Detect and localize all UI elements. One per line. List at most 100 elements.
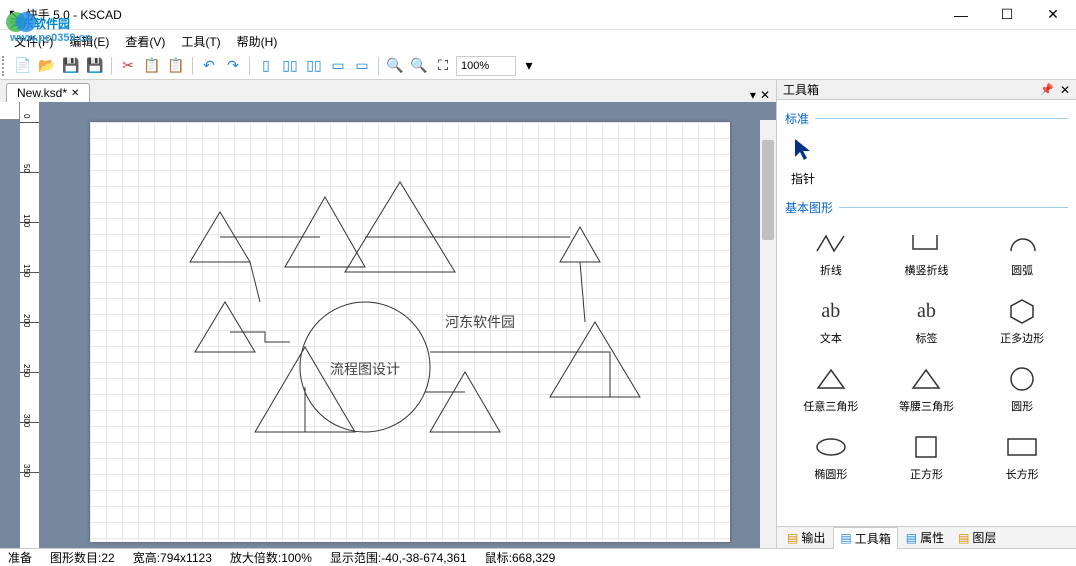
new-button[interactable]: 📄 xyxy=(12,55,34,77)
menu-tools[interactable]: 工具(T) xyxy=(173,31,228,52)
page: 河东软件园 流程图设计 xyxy=(90,122,730,542)
zoomfit-button[interactable]: ⛶ xyxy=(432,55,454,77)
window-title: 快手 5.0 - KSCAD xyxy=(26,6,938,23)
tool-pointer[interactable]: 指针 xyxy=(785,131,1068,193)
circle-icon xyxy=(1007,362,1037,396)
tool-label: 圆形 xyxy=(1011,398,1033,414)
hvline-icon xyxy=(909,226,943,260)
status-count: 图形数目:22 xyxy=(50,549,115,566)
tool-label: 文本 xyxy=(820,330,842,346)
tool-label: 标签 xyxy=(915,330,937,346)
panel-tabs: ▤输出 ▤工具箱 ▤属性 ▤图层 xyxy=(777,526,1076,548)
align2-button[interactable]: ▯▯ xyxy=(279,55,301,77)
maximize-button[interactable]: ☐ xyxy=(984,0,1030,30)
save-button[interactable]: 💾 xyxy=(60,55,82,77)
tool-label: 等腰三角形 xyxy=(899,398,954,414)
menubar: 文件(F) 编辑(E) 查看(V) 工具(T) 帮助(H) xyxy=(0,30,1076,52)
align5-button[interactable]: ▭ xyxy=(351,55,373,77)
canvas[interactable]: 河东软件园 流程图设计 xyxy=(40,102,776,548)
tool-arc[interactable]: 圆弧 xyxy=(976,220,1068,284)
tool-rect[interactable]: 长方形 xyxy=(976,424,1068,488)
tab-toolbox[interactable]: ▤工具箱 xyxy=(833,527,897,549)
pin-icon[interactable]: 📌 xyxy=(1040,83,1054,96)
paste-button[interactable]: 📋 xyxy=(165,55,187,77)
shapes-layer: 河东软件园 流程图设计 xyxy=(90,122,730,542)
tool-label: 指针 xyxy=(791,170,815,187)
toolbar: 📄 📂 💾 💾 ✂ 📋 📋 ↶ ↷ ▯ ▯▯ ▯▯ ▭ ▭ 🔍 🔍 ⛶ ▾ xyxy=(0,52,1076,80)
vertical-ruler: 050100150200250300350 xyxy=(20,102,40,548)
document-area: New.ksd* ✕ ▾ ✕ 0501001502002503003504004… xyxy=(0,80,776,548)
tool-label: 圆弧 xyxy=(1011,262,1033,278)
status-ready: 准备 xyxy=(8,549,32,566)
zoomout-button[interactable]: 🔍 xyxy=(408,55,430,77)
pointer-icon xyxy=(791,137,813,170)
toolbox-title: 工具箱 xyxy=(783,81,1040,98)
open-button[interactable]: 📂 xyxy=(36,55,58,77)
tool-ab[interactable]: ab 标签 xyxy=(881,288,973,352)
tool-square[interactable]: 正方形 xyxy=(881,424,973,488)
menu-view[interactable]: 查看(V) xyxy=(117,31,173,52)
tri-icon xyxy=(814,362,848,396)
toolbox-group-title: 基本图形 xyxy=(785,199,1068,216)
tool-hex[interactable]: 正多边形 xyxy=(976,288,1068,352)
menu-edit[interactable]: 编辑(E) xyxy=(61,31,117,52)
zoom-input[interactable] xyxy=(456,56,516,76)
tool-polyline[interactable]: 折线 xyxy=(785,220,877,284)
minimize-button[interactable]: — xyxy=(938,0,984,30)
tool-hvline[interactable]: 横竖折线 xyxy=(881,220,973,284)
tri-icon xyxy=(909,362,943,396)
ruler-corner xyxy=(0,102,20,120)
tool-label: 任意三角形 xyxy=(803,398,858,414)
watermark-logo xyxy=(4,6,38,43)
status-mouse: 鼠标:668,329 xyxy=(485,549,556,566)
cut-button[interactable]: ✂ xyxy=(117,55,139,77)
tab-close-icon[interactable]: ✕ xyxy=(71,88,79,99)
align4-button[interactable]: ▭ xyxy=(327,55,349,77)
tab-properties[interactable]: ▤属性 xyxy=(900,527,950,548)
rect-icon xyxy=(1005,430,1039,464)
document-tab[interactable]: New.ksd* ✕ xyxy=(6,83,90,102)
tool-ab[interactable]: ab 文本 xyxy=(785,288,877,352)
tool-tri[interactable]: 任意三角形 xyxy=(785,356,877,420)
tool-tri[interactable]: 等腰三角形 xyxy=(881,356,973,420)
tab-layers[interactable]: ▤图层 xyxy=(952,527,1002,548)
tabstrip-close-icon[interactable]: ✕ xyxy=(760,88,770,102)
undo-button[interactable]: ↶ xyxy=(198,55,220,77)
zoomin-button[interactable]: 🔍 xyxy=(384,55,406,77)
tab-dropdown-icon[interactable]: ▾ xyxy=(750,88,756,102)
ab-icon: ab xyxy=(821,294,840,328)
titlebar: ↖ 快手 5.0 - KSCAD — ☐ ✕ xyxy=(0,0,1076,30)
polyline-icon xyxy=(814,226,848,260)
tool-ellipse[interactable]: 椭圆形 xyxy=(785,424,877,488)
status-zoom: 放大倍数:100% xyxy=(230,549,312,566)
tool-label: 折线 xyxy=(820,262,842,278)
align3-button[interactable]: ▯▯ xyxy=(303,55,325,77)
tab-output[interactable]: ▤输出 xyxy=(781,527,831,548)
tool-circle[interactable]: 圆形 xyxy=(976,356,1068,420)
canvas-text-2: 流程图设计 xyxy=(330,361,400,377)
zoom-dropdown[interactable]: ▾ xyxy=(518,55,540,77)
vertical-scrollbar[interactable] xyxy=(760,120,776,548)
status-range: 显示范围:-40,-38-674,361 xyxy=(330,549,467,566)
toolbox-group-title: 标准 xyxy=(785,110,1068,127)
toolbox-panel: 工具箱 📌 ✕ 标准指针基本图形折线 横竖折线 圆弧 ab 文本 ab 标签 正多边形任意三角… xyxy=(776,80,1076,548)
ab-icon: ab xyxy=(917,294,936,328)
arc-icon xyxy=(1005,226,1039,260)
saveall-button[interactable]: 💾 xyxy=(84,55,106,77)
align1-button[interactable]: ▯ xyxy=(255,55,277,77)
tabstrip: New.ksd* ✕ ▾ ✕ xyxy=(0,80,776,102)
copy-button[interactable]: 📋 xyxy=(141,55,163,77)
tool-label: 正方形 xyxy=(910,466,943,482)
tab-label: New.ksd* xyxy=(17,86,67,100)
canvas-text-1: 河东软件园 xyxy=(445,314,515,330)
tool-label: 长方形 xyxy=(1006,466,1039,482)
toolbar-grip xyxy=(2,56,8,76)
tool-label: 椭圆形 xyxy=(814,466,847,482)
redo-button[interactable]: ↷ xyxy=(222,55,244,77)
tool-label: 横竖折线 xyxy=(904,262,948,278)
menu-help[interactable]: 帮助(H) xyxy=(229,31,286,52)
close-button[interactable]: ✕ xyxy=(1030,0,1076,30)
statusbar: 准备 图形数目:22 宽高:794x1123 放大倍数:100% 显示范围:-4… xyxy=(0,548,1076,566)
ellipse-icon xyxy=(814,430,848,464)
toolbox-close-icon[interactable]: ✕ xyxy=(1060,83,1070,97)
